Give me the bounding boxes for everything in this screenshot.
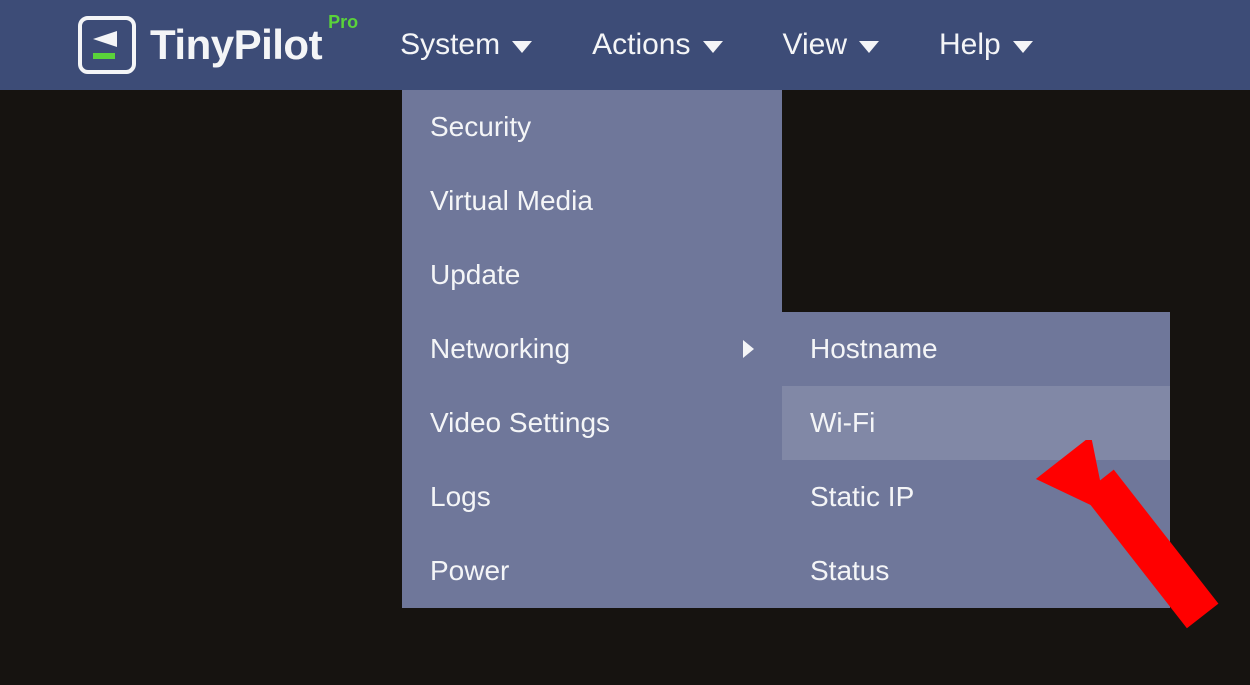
submenu-status[interactable]: Status (782, 534, 1170, 608)
menu-label: Update (430, 259, 520, 291)
nav-label: View (783, 0, 847, 90)
menu-video-settings[interactable]: Video Settings (402, 386, 782, 460)
topbar: TinyPilot Pro System Actions View Help (0, 0, 1250, 90)
menu-security[interactable]: Security (402, 90, 782, 164)
nav-view[interactable]: View (783, 0, 879, 90)
chevron-down-icon (703, 41, 723, 53)
nav-label: System (400, 0, 500, 90)
menu-label: Logs (430, 481, 491, 513)
networking-submenu: Hostname Wi-Fi Static IP Status (782, 312, 1170, 608)
submenu-label: Wi-Fi (810, 407, 875, 439)
menu-networking[interactable]: Networking (402, 312, 782, 386)
nav-system[interactable]: System (400, 0, 532, 90)
brand-logo[interactable]: TinyPilot Pro (78, 16, 322, 74)
submenu-label: Status (810, 555, 889, 587)
nav-help[interactable]: Help (939, 0, 1033, 90)
menu-virtual-media[interactable]: Virtual Media (402, 164, 782, 238)
chevron-down-icon (1013, 41, 1033, 53)
menu-label: Security (430, 111, 531, 143)
menu-label: Video Settings (430, 407, 610, 439)
submenu-label: Hostname (810, 333, 938, 365)
system-dropdown: Security Virtual Media Update Networking… (402, 90, 782, 608)
submenu-static-ip[interactable]: Static IP (782, 460, 1170, 534)
chevron-down-icon (512, 41, 532, 53)
pro-badge: Pro (328, 12, 358, 33)
content-area: Security Virtual Media Update Networking… (0, 90, 1250, 685)
nav-label: Help (939, 0, 1001, 90)
menu-label: Virtual Media (430, 185, 593, 217)
chevron-right-icon (743, 340, 754, 358)
top-nav: System Actions View Help (400, 0, 1033, 90)
submenu-wifi[interactable]: Wi-Fi (782, 386, 1170, 460)
menu-update[interactable]: Update (402, 238, 782, 312)
chevron-down-icon (859, 41, 879, 53)
nav-label: Actions (592, 0, 690, 90)
menu-label: Networking (430, 333, 570, 365)
menu-label: Power (430, 555, 509, 587)
menu-power[interactable]: Power (402, 534, 782, 608)
submenu-label: Static IP (810, 481, 914, 513)
submenu-hostname[interactable]: Hostname (782, 312, 1170, 386)
nav-actions[interactable]: Actions (592, 0, 722, 90)
menu-logs[interactable]: Logs (402, 460, 782, 534)
logo-icon (78, 16, 136, 74)
brand-name: TinyPilot (150, 21, 322, 69)
